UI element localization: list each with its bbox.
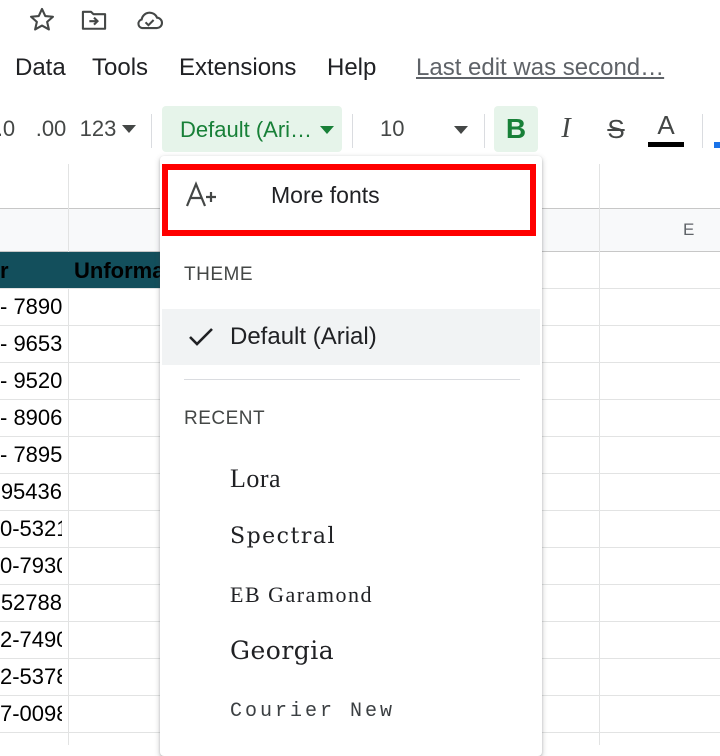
table-cell[interactable]: - 8906: [0, 405, 62, 431]
menu-divider: [184, 379, 520, 380]
decrease-decimal-button[interactable]: .0: [0, 104, 20, 154]
highlight-box: [162, 164, 536, 236]
toolbar-divider: [352, 114, 353, 148]
font-size-select[interactable]: 10: [370, 104, 480, 154]
font-dropdown-menu: [160, 156, 542, 756]
theme-font-label: Default (Arial): [230, 323, 377, 350]
recent-font-lora[interactable]: Lora: [230, 464, 281, 494]
more-formats-button[interactable]: 123: [78, 104, 138, 154]
font-family-value: Default (Ari…: [180, 117, 313, 142]
table-cell[interactable]: 95436: [0, 479, 62, 505]
move-to-folder-icon[interactable]: [80, 6, 108, 34]
cloud-saved-icon[interactable]: [134, 6, 164, 34]
fill-color-swatch: [714, 142, 720, 148]
theme-font-default[interactable]: Default (Arial): [162, 309, 540, 365]
bold-button[interactable]: B: [494, 106, 538, 152]
table-cell[interactable]: 7-0098: [0, 701, 62, 727]
text-color-button[interactable]: A: [644, 104, 688, 154]
italic-label: I: [561, 113, 571, 144]
chevron-down-icon: [122, 125, 137, 133]
toolbar: .0 .00 123 Default (Ari… 10 B I S A: [0, 104, 720, 156]
table-cell[interactable]: 2-7490: [0, 627, 62, 653]
table-cell[interactable]: 0-7930: [0, 553, 62, 579]
recent-font-courier-new[interactable]: Courier New: [230, 700, 395, 723]
menu-extensions[interactable]: Extensions: [179, 54, 296, 82]
recent-font-spectral[interactable]: Spectral: [230, 524, 336, 549]
menu-bar: Data Tools Extensions Help Last edit was…: [0, 48, 720, 88]
bold-label: B: [505, 113, 527, 144]
increase-decimal-button[interactable]: .00: [32, 104, 70, 154]
star-icon[interactable]: [28, 6, 56, 34]
theme-section-label: THEME: [184, 264, 253, 285]
more-formats-label: 123: [79, 116, 117, 141]
text-color-label: A: [657, 109, 675, 140]
recent-font-eb-garamond[interactable]: EB Garamond: [230, 582, 373, 608]
column-header-e[interactable]: E: [683, 220, 694, 240]
table-cell[interactable]: 2-5378: [0, 664, 62, 690]
toolbar-divider: [484, 114, 485, 148]
table-cell[interactable]: - 9653: [0, 331, 62, 357]
chevron-down-icon: [454, 126, 468, 134]
font-family-select[interactable]: Default (Ari…: [162, 106, 342, 152]
menu-tools[interactable]: Tools: [92, 54, 148, 82]
header-cell-b[interactable]: Unforma: [74, 258, 164, 284]
menu-help[interactable]: Help: [327, 54, 376, 82]
last-edit-link[interactable]: Last edit was second…: [416, 54, 664, 82]
chevron-down-icon: [320, 126, 334, 134]
menu-data[interactable]: Data: [15, 54, 66, 82]
toolbar-divider: [702, 114, 703, 148]
checkmark-icon: [189, 328, 213, 346]
italic-button[interactable]: I: [546, 104, 586, 154]
increase-decimal-label: .00: [35, 116, 67, 141]
toolbar-divider: [151, 114, 152, 148]
header-cell-a[interactable]: r: [0, 258, 9, 284]
top-icon-bar: [0, 0, 720, 42]
recent-font-georgia[interactable]: Georgia: [230, 636, 334, 665]
strikethrough-button[interactable]: S: [596, 104, 636, 154]
table-cell[interactable]: - 7895: [0, 442, 62, 468]
decrease-decimal-label: .0: [0, 116, 16, 141]
recent-section-label: RECENT: [184, 408, 266, 429]
text-color-swatch: [648, 141, 684, 147]
table-cell[interactable]: - 7890: [0, 294, 62, 320]
font-size-value: 10: [380, 116, 405, 141]
table-cell[interactable]: 52788: [0, 590, 62, 616]
strikethrough-label: S: [607, 113, 625, 144]
table-cell[interactable]: 0-5321: [0, 516, 62, 542]
table-cell[interactable]: - 9520: [0, 368, 62, 394]
